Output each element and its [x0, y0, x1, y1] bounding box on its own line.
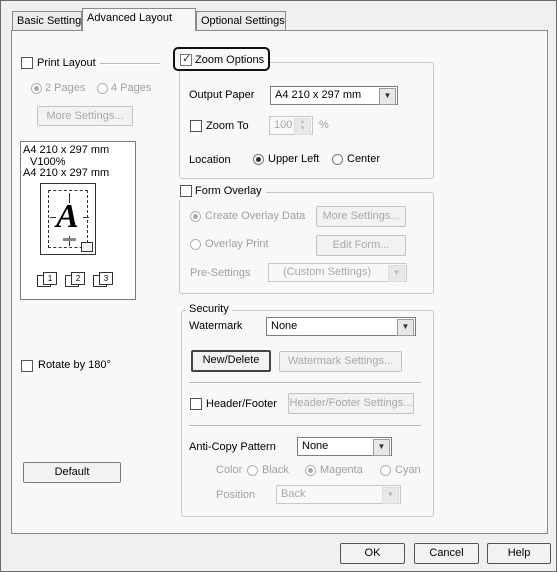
spinner-arrows-icon: ▲ ▼ [294, 118, 311, 135]
edit-form-button[interactable]: Edit Form... [316, 235, 406, 256]
preview-right-arrow [83, 217, 89, 218]
radio-center-label: Center [347, 153, 381, 165]
radio-upper-left[interactable] [253, 154, 264, 165]
output-paper-select[interactable]: A4 210 x 297 mm ▼ [270, 86, 398, 105]
radio-cyan-label: Cyan [395, 464, 421, 476]
security-legend: Security [189, 303, 229, 315]
chevron-down-icon: ▼ [373, 439, 390, 456]
radio-center[interactable] [332, 154, 343, 165]
radio-upper-left-label: Upper Left [268, 153, 320, 165]
header-footer-checkbox[interactable] [190, 398, 202, 410]
zoom-percent-label: % [319, 119, 329, 131]
radio-magenta[interactable] [305, 465, 316, 476]
cancel-button[interactable]: Cancel [414, 543, 479, 564]
zoom-options-label: Zoom Options [195, 54, 265, 66]
preview-output-size: A4 210 x 297 mm [23, 167, 110, 179]
chevron-down-icon: ▼ [382, 487, 399, 504]
radio-4-pages-label: 4 Pages [111, 82, 152, 94]
print-layout-more-settings-button[interactable]: More Settings... [37, 106, 133, 126]
watermark-settings-button[interactable]: Watermark Settings... [279, 351, 402, 372]
rotate-180-label: Rotate by 180° [38, 359, 111, 371]
ok-button[interactable]: OK [340, 543, 405, 564]
rotate-180-checkbox[interactable] [21, 360, 33, 372]
output-paper-label: Output Paper [189, 89, 255, 101]
position-label: Position [216, 489, 256, 501]
radio-overlay-print[interactable] [190, 239, 201, 250]
radio-black[interactable] [247, 465, 258, 476]
form-overlay-checkbox[interactable] [180, 185, 192, 197]
radio-cyan[interactable] [380, 465, 391, 476]
new-delete-button[interactable]: New/Delete [191, 350, 271, 372]
form-overlay-label: Form Overlay [195, 185, 262, 197]
header-footer-settings-button[interactable]: Header/Footer Settings... [288, 393, 414, 414]
page-order-icon-3: 3 [93, 272, 115, 288]
preview-text-line [63, 238, 76, 241]
zoom-to-checkbox[interactable] [190, 120, 202, 132]
radio-4-pages[interactable] [97, 83, 108, 94]
radio-2-pages-label: 2 Pages [45, 82, 86, 94]
default-button[interactable]: Default [23, 462, 121, 483]
chevron-down-icon: ▼ [397, 319, 414, 336]
page-order-number-2: 2 [71, 272, 85, 285]
zoom-to-spinner[interactable]: 100 ▲ ▼ [269, 116, 313, 135]
page-order-number-3: 3 [99, 272, 113, 285]
location-label: Location [189, 154, 231, 166]
position-select[interactable]: Back ▼ [276, 485, 401, 504]
radio-magenta-label: Magenta [320, 464, 363, 476]
pre-settings-value: (Custom Settings) [283, 266, 372, 278]
zoom-options-checkbox[interactable]: ✓ [180, 53, 192, 66]
radio-black-label: Black [262, 464, 289, 476]
print-layout-divider [100, 63, 160, 65]
anti-copy-label: Anti-Copy Pattern [189, 441, 276, 453]
preview-glyph: A [56, 198, 79, 235]
radio-create-overlay-label: Create Overlay Data [205, 210, 306, 222]
radio-create-overlay[interactable] [190, 211, 201, 222]
security-divider-2 [189, 425, 421, 427]
security-divider-1 [189, 382, 421, 384]
page-order-number-1: 1 [43, 272, 57, 285]
page-order-icon-2: 2 [65, 272, 87, 288]
position-value: Back [281, 488, 306, 500]
output-paper-value: A4 210 x 297 mm [275, 89, 362, 101]
watermark-select[interactable]: None ▼ [266, 317, 416, 336]
color-label: Color [216, 464, 243, 476]
print-layout-label: Print Layout [37, 57, 96, 69]
preview-page: A [40, 183, 96, 255]
panel-content: Print Layout 2 Pages 4 Pages More Settin… [0, 0, 557, 572]
pre-settings-label: Pre-Settings [190, 267, 251, 279]
print-layout-checkbox[interactable] [21, 57, 33, 69]
anti-copy-select[interactable]: None ▼ [297, 437, 392, 456]
anti-copy-value: None [302, 440, 329, 452]
preview-stamp-icon [81, 242, 93, 252]
help-button[interactable]: Help [487, 543, 551, 564]
chevron-down-icon: ▼ [388, 265, 405, 282]
pre-settings-select[interactable]: (Custom Settings) ▼ [268, 263, 407, 282]
header-footer-label: Header/Footer [206, 398, 277, 410]
chevron-down-icon: ▼ [379, 88, 396, 105]
radio-overlay-print-label: Overlay Print [205, 238, 269, 250]
watermark-label: Watermark [189, 320, 243, 332]
overlay-more-settings-button[interactable]: More Settings... [316, 206, 406, 227]
zoom-to-value: 100 [274, 119, 293, 131]
zoom-to-label: Zoom To [206, 120, 249, 132]
radio-2-pages[interactable] [31, 83, 42, 94]
watermark-value: None [271, 320, 298, 332]
page-order-icon-1: 1 [37, 272, 59, 288]
